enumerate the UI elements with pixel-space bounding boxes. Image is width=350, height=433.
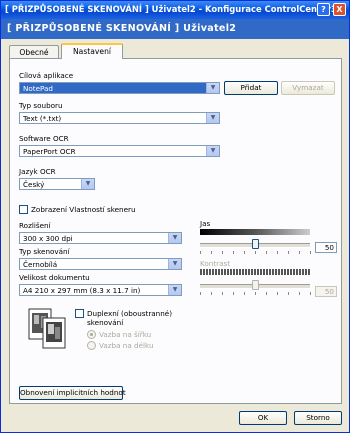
contrast-pattern	[200, 269, 310, 275]
chevron-down-icon[interactable]: ▼	[206, 146, 219, 156]
chevron-down-icon[interactable]: ▼	[206, 83, 219, 93]
binding-width-label: Vazba na šířku	[99, 330, 152, 339]
binding-length-radio[interactable]	[87, 341, 96, 350]
chevron-down-icon[interactable]: ▼	[206, 113, 219, 123]
resolution-label: Rozlišení	[19, 221, 51, 230]
ocr-language-label: Jazyk OCR	[19, 167, 56, 176]
binding-length-label: Vazba na délku	[99, 341, 154, 350]
brightness-gradient	[200, 229, 310, 235]
doc-size-select[interactable]: A4 210 x 297 mm (8.3 x 11.7 in) ▼	[19, 284, 182, 296]
dialog-window: [ PŘIZPŮSOBENÉ SKENOVÁNÍ ] Uživatel2 - K…	[0, 0, 350, 433]
contrast-tick	[211, 292, 212, 295]
chevron-down-icon[interactable]: ▼	[168, 285, 181, 295]
restore-defaults-button[interactable]: Obnovení implicitních hodnot	[19, 386, 126, 400]
ok-button[interactable]: OK	[239, 411, 287, 425]
brightness-tick	[255, 251, 256, 254]
target-app-value: NotePad	[23, 84, 53, 93]
duplex-label-line1: Duplexní (oboustranné)	[87, 309, 173, 318]
header-band: [ PŘIZPŮSOBENÉ SKENOVÁNÍ ] Uživatel2	[1, 19, 349, 39]
contrast-tick	[233, 292, 234, 295]
title-bar[interactable]: [ PŘIZPŮSOBENÉ SKENOVÁNÍ ] Uživatel2 - K…	[1, 1, 349, 19]
doc-size-label: Velikost dokumentu	[19, 273, 90, 282]
ocr-language-select[interactable]: Český ▼	[19, 178, 95, 190]
brightness-tick	[299, 251, 300, 254]
brightness-tick	[222, 251, 223, 254]
brightness-label: Jas	[200, 219, 211, 228]
header-title: [ PŘIZPŮSOBENÉ SKENOVÁNÍ ] Uživatel2	[7, 23, 237, 34]
ocr-software-label: Software OCR	[19, 134, 69, 143]
contrast-slider-thumb[interactable]	[252, 280, 259, 290]
scan-type-value: Černobílá	[23, 260, 58, 269]
contrast-tick	[277, 292, 278, 295]
brightness-tick	[310, 251, 311, 254]
duplex-pages-icon	[28, 308, 66, 349]
scan-type-label: Typ skenování	[19, 247, 70, 256]
help-button[interactable]: ?	[317, 3, 330, 16]
cancel-button[interactable]: Storno	[294, 411, 342, 425]
duplex-checkbox[interactable]	[75, 309, 84, 318]
resolution-value: 300 x 300 dpi	[23, 234, 73, 243]
window-title: [ PŘIZPŮSOBENÉ SKENOVÁNÍ ] Uživatel2 - K…	[5, 4, 337, 14]
contrast-ticks	[200, 292, 311, 296]
contrast-tick	[255, 292, 256, 295]
contrast-tick	[288, 292, 289, 295]
contrast-tick	[299, 292, 300, 295]
contrast-tick	[310, 292, 311, 295]
brightness-tick	[277, 251, 278, 254]
show-scanner-props-checkbox[interactable]	[19, 205, 28, 214]
ocr-software-select[interactable]: PaperPort OCR ▼	[19, 145, 220, 157]
tab-general[interactable]: Obecné	[9, 45, 59, 58]
file-type-value: Text (*.txt)	[23, 114, 62, 123]
contrast-tick	[200, 292, 201, 295]
contrast-tick	[244, 292, 245, 295]
brightness-tick	[288, 251, 289, 254]
resolution-select[interactable]: 300 x 300 dpi ▼	[19, 232, 182, 244]
brightness-tick	[233, 251, 234, 254]
contrast-tick	[266, 292, 267, 295]
target-app-label: Cílová aplikace	[19, 71, 74, 80]
close-button[interactable]: X	[333, 3, 346, 16]
add-button[interactable]: Přidat	[224, 81, 278, 95]
delete-button[interactable]: Vymazat	[281, 81, 335, 95]
brightness-ticks	[200, 251, 311, 255]
brightness-tick	[211, 251, 212, 254]
chevron-down-icon[interactable]: ▼	[168, 233, 181, 243]
chevron-down-icon[interactable]: ▼	[81, 179, 94, 189]
help-icon: ?	[321, 5, 326, 14]
duplex-label-line2: skenování	[87, 318, 124, 327]
file-type-label: Typ souboru	[19, 101, 63, 110]
chevron-down-icon[interactable]: ▼	[168, 259, 181, 269]
tab-settings[interactable]: Nastavení	[61, 43, 123, 59]
file-type-select[interactable]: Text (*.txt) ▼	[19, 112, 220, 124]
target-app-select[interactable]: NotePad ▼	[19, 82, 220, 94]
brightness-tick	[266, 251, 267, 254]
close-icon: X	[336, 5, 343, 14]
brightness-slider-thumb[interactable]	[252, 239, 259, 249]
contrast-tick	[222, 292, 223, 295]
settings-panel: Cílová aplikace NotePad ▼ Přidat Vymazat…	[9, 58, 342, 404]
brightness-value[interactable]: 50	[315, 242, 337, 253]
doc-size-value: A4 210 x 297 mm (8.3 x 11.7 in)	[23, 286, 141, 295]
scan-type-select[interactable]: Černobílá ▼	[19, 258, 182, 270]
contrast-value[interactable]: 50	[315, 286, 337, 297]
ocr-software-value: PaperPort OCR	[23, 147, 76, 156]
brightness-tick	[200, 251, 201, 254]
binding-width-radio[interactable]	[87, 330, 96, 339]
contrast-label: Kontrast	[200, 259, 231, 268]
ocr-language-value: Český	[23, 180, 45, 189]
brightness-tick	[244, 251, 245, 254]
show-scanner-props-label: Zobrazení Vlastností skeneru	[31, 205, 136, 214]
